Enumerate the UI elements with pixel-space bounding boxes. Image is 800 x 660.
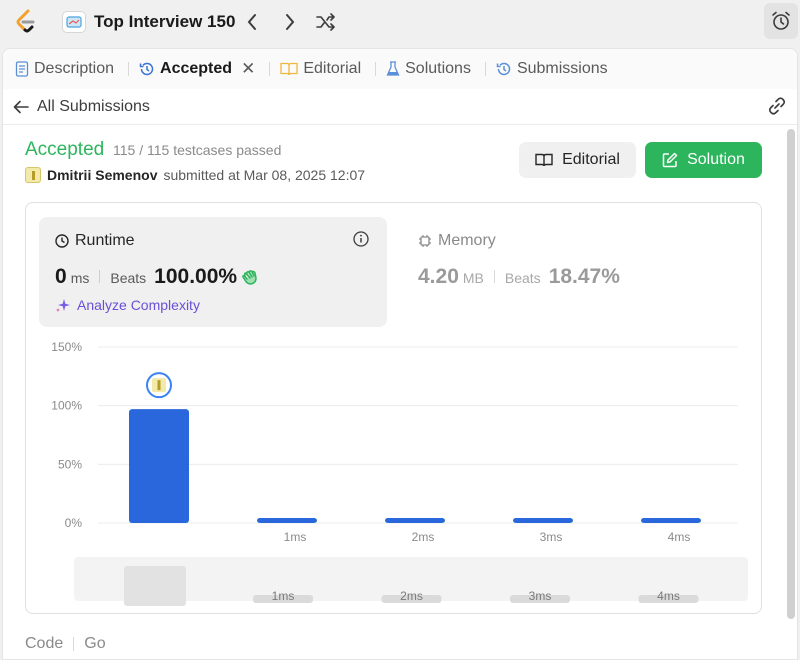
overview-tick-label: 2ms bbox=[400, 589, 423, 603]
clapping-hands-icon bbox=[242, 270, 257, 285]
tab-solutions[interactable]: Solutions bbox=[386, 49, 471, 89]
runtime-value: 0 bbox=[55, 265, 67, 288]
memory-unit: MB bbox=[462, 270, 484, 286]
y-tick-label: 0% bbox=[65, 516, 83, 530]
runtime-title: Runtime bbox=[55, 232, 135, 250]
shuffle-icon[interactable] bbox=[314, 10, 338, 34]
memory-title-label: Memory bbox=[438, 232, 496, 249]
runtime-value-row: 0 ms Beats 100.00% bbox=[55, 265, 259, 289]
beats-label: Beats bbox=[504, 270, 541, 286]
chart-bar bbox=[257, 518, 317, 523]
submission-author-row: Dmitrii Semenov submitted at Mar 08, 202… bbox=[25, 167, 365, 183]
tab-divider bbox=[484, 62, 486, 76]
leetcode-logo-icon[interactable] bbox=[14, 9, 38, 35]
x-tick-label: 2ms bbox=[412, 530, 435, 544]
memory-value-row[interactable]: 4.20 MB Beats 18.47% bbox=[418, 265, 620, 289]
submitted-at: submitted at Mar 08, 2025 12:07 bbox=[163, 167, 366, 183]
share-link-icon[interactable] bbox=[767, 97, 787, 120]
x-tick-label: 3ms bbox=[540, 530, 563, 544]
edit-icon bbox=[662, 152, 678, 168]
user-marker-avatar-mark bbox=[157, 380, 161, 391]
alarm-clock-icon[interactable] bbox=[764, 3, 798, 39]
beats-label: Beats bbox=[110, 270, 147, 286]
chart-bar bbox=[385, 518, 445, 523]
chart-bar bbox=[641, 518, 701, 523]
analyze-complexity-link[interactable]: Analyze Complexity bbox=[55, 297, 200, 313]
tab-label: Accepted bbox=[160, 60, 233, 77]
overview-selection bbox=[124, 566, 186, 606]
language-label[interactable]: Go bbox=[84, 635, 105, 653]
y-tick-label: 150% bbox=[51, 340, 82, 354]
tab-label: Description bbox=[34, 60, 115, 77]
tab-divider bbox=[128, 62, 130, 76]
status-accepted: Accepted bbox=[25, 139, 105, 160]
code-footer: Code Go bbox=[25, 635, 106, 653]
editorial-button[interactable]: Editorial bbox=[519, 142, 636, 178]
back-label: All Submissions bbox=[37, 97, 150, 115]
x-tick-label: 4ms bbox=[668, 530, 691, 544]
performance-card: Runtime 0 ms Beats 100.00% Analyze Compl… bbox=[25, 202, 762, 614]
study-plan-icon[interactable] bbox=[62, 11, 86, 33]
flask-icon bbox=[386, 61, 400, 76]
editorial-label: Editorial bbox=[562, 151, 620, 168]
runtime-beats-value: 100.00% bbox=[154, 265, 238, 288]
history-icon bbox=[496, 62, 511, 76]
info-icon[interactable] bbox=[353, 231, 369, 252]
runtime-unit: ms bbox=[70, 270, 90, 286]
tab-divider bbox=[375, 62, 377, 76]
solution-button[interactable]: Solution bbox=[645, 142, 762, 178]
all-submissions-link[interactable]: All Submissions bbox=[13, 98, 150, 116]
x-tick-label: 1ms bbox=[284, 530, 307, 544]
tab-bar: Description Accepted ✕ Editorial Solutio… bbox=[3, 49, 797, 89]
memory-beats-value: 18.47% bbox=[548, 265, 620, 288]
chip-icon bbox=[419, 235, 431, 247]
chevron-right-icon[interactable] bbox=[278, 10, 302, 34]
overview-tick-label: 3ms bbox=[529, 589, 552, 603]
tab-label: Editorial bbox=[303, 60, 362, 77]
study-plan-title[interactable]: Top Interview 150 bbox=[94, 12, 235, 32]
document-icon bbox=[15, 61, 29, 77]
tab-editorial[interactable]: Editorial bbox=[280, 49, 361, 89]
overview-tick-label: 1ms bbox=[272, 589, 295, 603]
tab-description[interactable]: Description bbox=[15, 49, 114, 89]
top-bar: Top Interview 150 bbox=[0, 0, 800, 44]
divider bbox=[73, 637, 75, 651]
chart-bar bbox=[513, 518, 573, 523]
memory-title[interactable]: Memory bbox=[418, 232, 496, 250]
tab-divider bbox=[269, 62, 271, 76]
submission-panel: Description Accepted ✕ Editorial Solutio… bbox=[2, 48, 798, 660]
code-label: Code bbox=[25, 635, 64, 652]
chart-bar bbox=[129, 409, 189, 523]
chevron-left-icon[interactable] bbox=[240, 10, 264, 34]
close-icon[interactable]: ✕ bbox=[241, 59, 255, 79]
avatar[interactable] bbox=[25, 167, 41, 183]
user-name[interactable]: Dmitrii Semenov bbox=[47, 167, 157, 183]
y-tick-label: 50% bbox=[58, 457, 82, 471]
testcases-passed: 115 / 115 testcases passed bbox=[113, 142, 282, 158]
arrow-left-icon bbox=[13, 100, 29, 113]
y-tick-label: 100% bbox=[51, 399, 82, 413]
divider bbox=[493, 270, 495, 283]
book-icon bbox=[280, 62, 298, 76]
divider bbox=[99, 270, 101, 283]
memory-value: 4.20 bbox=[418, 265, 459, 288]
tab-label: Solutions bbox=[405, 60, 471, 77]
runtime-title-label: Runtime bbox=[75, 232, 135, 249]
clock-icon bbox=[55, 234, 69, 248]
tab-accepted[interactable]: Accepted ✕ bbox=[139, 49, 255, 89]
runtime-box[interactable]: Runtime 0 ms Beats 100.00% Analyze Compl… bbox=[39, 217, 387, 327]
solution-label: Solution bbox=[687, 151, 745, 168]
history-icon bbox=[139, 62, 154, 76]
submissions-subbar: All Submissions bbox=[3, 89, 797, 125]
scrollbar[interactable] bbox=[787, 129, 795, 619]
analyze-label: Analyze Complexity bbox=[77, 297, 200, 313]
sparkle-icon bbox=[56, 299, 70, 312]
book-icon bbox=[535, 153, 553, 167]
runtime-distribution-chart[interactable]: 150% 100% 50% 0% 1ms 2ms 3ms 4ms 1ms 2ms 3ms 4ms bbox=[26, 333, 761, 613]
tab-label: Submissions bbox=[516, 60, 608, 77]
tab-submissions[interactable]: Submissions bbox=[496, 49, 608, 89]
overview-tick-label: 4ms bbox=[657, 589, 680, 603]
